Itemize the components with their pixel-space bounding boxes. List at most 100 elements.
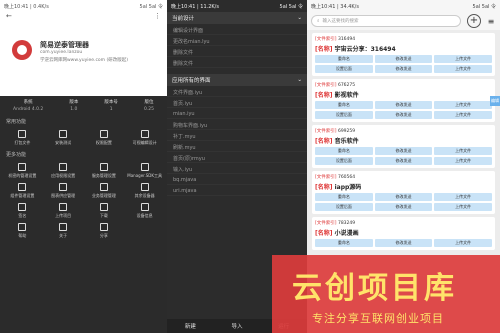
- list-item[interactable]: 编辑设计界面: [167, 24, 307, 35]
- file-card[interactable]: [文件索引] 676275 [名称] 影视软件 重命名 修改发送 上传文件 设置…: [312, 79, 495, 122]
- list-item[interactable]: 刷新.myu: [167, 141, 307, 152]
- grid-item[interactable]: 设备信息: [124, 201, 165, 221]
- edit-button[interactable]: 修改发送: [374, 193, 433, 201]
- app-desc: 学逆云网库网www.yuyiee.com (研改版起): [40, 58, 129, 63]
- grid-label: 关于: [59, 233, 68, 238]
- edit-button[interactable]: 修改发送: [374, 147, 433, 155]
- menu-icon[interactable]: ≡: [486, 17, 496, 26]
- rename-button[interactable]: 重命名: [315, 101, 373, 109]
- grid-label: 安装测试: [55, 140, 72, 145]
- list-item[interactable]: 首页(原)rmyu: [167, 152, 307, 163]
- more-icon[interactable]: ⋮: [154, 12, 161, 22]
- file-id-row: [文件索引] 783249: [315, 220, 492, 226]
- all-screens-header[interactable]: 应用所有的界面 ⌄: [167, 74, 307, 86]
- search-placeholder: 输入这要找的搜索: [322, 19, 359, 24]
- list-item[interactable]: 文件界面.iyu: [167, 86, 307, 97]
- rename-button[interactable]: 重命名: [315, 55, 373, 63]
- list-item[interactable]: uri.mjava: [167, 185, 307, 196]
- action-row: 设置后面 修改发送 上传文件: [315, 65, 493, 73]
- edit-button[interactable]: 修改发送: [374, 239, 433, 247]
- status-right: 5al 5al 令: [139, 3, 163, 10]
- app-info-panel: 晚上10:41 | 0.4K/s 5al 5al 令 ← ⋮ 简易逆泰管理器 c…: [0, 0, 167, 333]
- grid-item[interactable]: 机密的管理设置: [2, 161, 43, 181]
- search-bar: ⌕ 输入这要找的搜索 + ≡: [307, 12, 500, 30]
- upload-button[interactable]: 上传文件: [434, 203, 493, 211]
- search-input[interactable]: ⌕ 输入这要找的搜索: [311, 15, 461, 27]
- list-item[interactable]: 购物车界面.iyu: [167, 119, 307, 130]
- search-icon: ⌕: [317, 19, 320, 24]
- grid-label: 服务管理设置: [91, 173, 116, 178]
- grid-label: 上传项目: [55, 213, 72, 218]
- new-button[interactable]: 新建: [185, 322, 196, 330]
- business-icon: [99, 183, 108, 191]
- info-row: 系统 Android 4.0.2 版本 1.0 版本号 1 版位 0.25: [0, 96, 167, 115]
- list-item[interactable]: 删除文件: [167, 57, 307, 68]
- edit-button[interactable]: 修改发送: [374, 65, 433, 73]
- upload-button[interactable]: 上传文件: [434, 111, 493, 119]
- file-card[interactable]: [文件索引] 316494 [名称] 宇宙云分享：316494 重命名 修改发送…: [312, 33, 495, 76]
- grid-item[interactable]: 帮助: [2, 221, 43, 241]
- chart-icon: [59, 183, 68, 191]
- grid-item[interactable]: 服务管理设置: [84, 161, 125, 181]
- grid-label: 帮助: [18, 233, 27, 238]
- list-item[interactable]: 首页.iyu: [167, 97, 307, 108]
- upload-button[interactable]: 上传文件: [434, 55, 493, 63]
- list-item[interactable]: 更改名mian.lyu: [167, 35, 307, 46]
- edit-button[interactable]: 修改发送: [374, 111, 433, 119]
- grid-item[interactable]: 上传项目: [43, 201, 84, 221]
- list-item[interactable]: mian.iyu: [167, 108, 307, 119]
- grid-item[interactable]: 应用权限设置: [43, 161, 84, 181]
- grid-item[interactable]: Manager.SDK工具: [124, 161, 165, 181]
- action-row: 重命名 修改发送 上传文件: [315, 239, 493, 247]
- list-item[interactable]: 补丁.myu: [167, 130, 307, 141]
- file-card[interactable]: [文件索引] 783249 [名称] 小说漫画 重命名 修改发送 上传文件: [312, 217, 495, 250]
- side-tab[interactable]: 编辑: [490, 96, 500, 106]
- settings-button[interactable]: 设置后面: [315, 65, 373, 73]
- rename-button[interactable]: 重命名: [315, 193, 373, 201]
- edit-button[interactable]: 修改发送: [374, 203, 433, 211]
- rename-button[interactable]: 重命名: [315, 147, 373, 155]
- info-icon: [140, 203, 149, 211]
- file-card[interactable]: [文件索引] 699259 [名称] 音乐软件 重命名 修改发送 上传文件 设置…: [312, 125, 495, 168]
- settings-button[interactable]: 设置后面: [315, 203, 373, 211]
- grid-item[interactable]: 打包文件: [2, 128, 43, 148]
- current-design-header[interactable]: 当前设计 ⌄: [167, 12, 307, 24]
- upload-button[interactable]: 上传文件: [434, 101, 493, 109]
- import-button[interactable]: 导入: [231, 322, 242, 330]
- grid-item[interactable]: 组件管理设置: [2, 181, 43, 201]
- list-item[interactable]: bq.mjava: [167, 174, 307, 185]
- grid-item[interactable]: 其余设备器: [124, 181, 165, 201]
- action-row: 重命名 修改发送 上传文件: [315, 101, 493, 109]
- add-icon[interactable]: +: [467, 14, 481, 28]
- help-icon: [18, 223, 27, 231]
- about-icon: [59, 223, 68, 231]
- grid-item[interactable]: 关于: [43, 221, 84, 241]
- grid-label: 机密的管理设置: [8, 173, 37, 178]
- upload-button[interactable]: 上传文件: [434, 193, 493, 201]
- upload-button[interactable]: 上传文件: [434, 239, 493, 247]
- grid-item[interactable]: 图表供应管理: [43, 181, 84, 201]
- edit-button[interactable]: 修改发送: [374, 55, 433, 63]
- grid-item[interactable]: 业务管理管理: [84, 181, 125, 201]
- grid-item[interactable]: 下载: [84, 201, 125, 221]
- edit-button[interactable]: 修改发送: [374, 157, 433, 165]
- upload-button[interactable]: 上传文件: [434, 147, 493, 155]
- upload-button[interactable]: 上传文件: [434, 157, 493, 165]
- settings-button[interactable]: 设置后面: [315, 157, 373, 165]
- upload-button[interactable]: 上传文件: [434, 65, 493, 73]
- info-label: 版位: [144, 100, 154, 105]
- settings-button[interactable]: 设置后面: [315, 111, 373, 119]
- grid-item[interactable]: 安装测试: [43, 128, 84, 148]
- grid-item[interactable]: 签名: [2, 201, 43, 221]
- grid-item[interactable]: 分享: [84, 221, 125, 241]
- grid-label: 分享: [99, 233, 108, 238]
- status-left: 晚上10:41 | 11.2K/s: [171, 3, 219, 10]
- rename-button[interactable]: 重命名: [315, 239, 373, 247]
- back-icon[interactable]: ←: [6, 12, 12, 22]
- grid-item[interactable]: 可视编辑设计: [124, 128, 165, 148]
- file-card[interactable]: [文件索引] 760564 [名称] iapp源码 重命名 修改发送 上传文件 …: [312, 171, 495, 214]
- list-item[interactable]: 输入.iyu: [167, 163, 307, 174]
- list-item[interactable]: 删除文件: [167, 46, 307, 57]
- grid-item[interactable]: 权限配置: [84, 128, 125, 148]
- edit-button[interactable]: 修改发送: [374, 101, 433, 109]
